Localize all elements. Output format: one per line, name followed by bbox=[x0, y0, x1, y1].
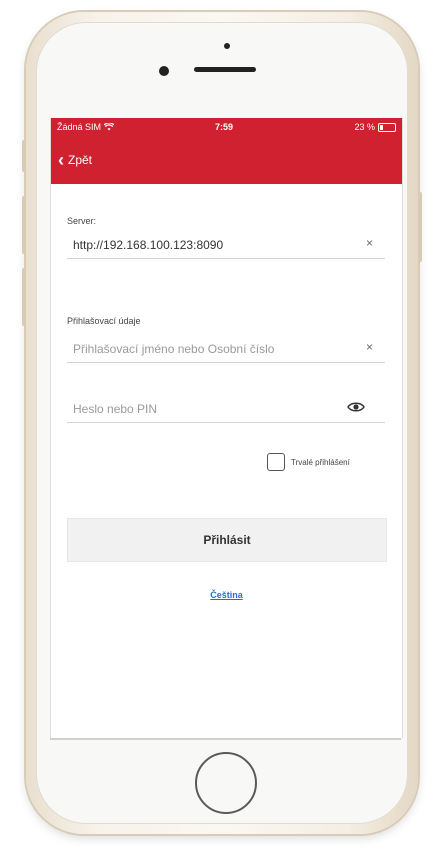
eye-icon[interactable] bbox=[347, 400, 365, 418]
clear-username-icon[interactable]: × bbox=[366, 340, 373, 354]
password-field bbox=[67, 396, 385, 423]
server-input[interactable] bbox=[73, 234, 343, 256]
clear-server-icon[interactable]: × bbox=[366, 236, 373, 250]
app-screen: Žádná SIM 7:59 23 % ‹ Zpět Server: × bbox=[50, 118, 403, 738]
remember-login-toggle[interactable]: Trvalé přihlášení bbox=[267, 453, 350, 471]
credentials-label: Přihlašovací údaje bbox=[67, 316, 141, 326]
status-bar: Žádná SIM 7:59 23 % bbox=[57, 122, 396, 136]
back-label: Zpět bbox=[68, 153, 93, 167]
volume-up-button bbox=[22, 196, 26, 254]
proximity-sensor bbox=[224, 43, 230, 49]
username-field: × bbox=[67, 336, 385, 363]
login-button[interactable]: Přihlásit bbox=[67, 518, 387, 562]
earpiece-speaker bbox=[194, 67, 256, 72]
front-camera bbox=[159, 66, 169, 76]
remember-label: Trvalé přihlášení bbox=[291, 457, 350, 467]
app-header: Žádná SIM 7:59 23 % ‹ Zpět bbox=[51, 118, 402, 184]
carrier-label: Žádná SIM bbox=[57, 122, 102, 132]
server-field: × bbox=[67, 232, 385, 259]
chevron-left-icon: ‹ bbox=[58, 150, 64, 170]
home-button[interactable] bbox=[195, 752, 257, 814]
server-label: Server: bbox=[67, 216, 97, 226]
back-button[interactable]: ‹ Zpět bbox=[58, 150, 93, 170]
remember-checkbox[interactable] bbox=[267, 453, 285, 471]
language-link[interactable]: Čeština bbox=[51, 590, 402, 600]
battery-icon bbox=[378, 122, 396, 132]
volume-down-button bbox=[22, 268, 26, 326]
wifi-icon bbox=[103, 122, 114, 131]
username-input[interactable] bbox=[73, 338, 343, 360]
mute-switch bbox=[22, 140, 26, 172]
battery-percent: 23 % bbox=[354, 122, 375, 132]
power-button bbox=[418, 192, 422, 262]
battery-level bbox=[380, 124, 384, 130]
carrier-status: Žádná SIM bbox=[57, 122, 114, 132]
clock: 7:59 bbox=[215, 122, 234, 132]
battery-status: 23 % bbox=[354, 122, 396, 132]
password-input[interactable] bbox=[73, 398, 343, 420]
screen-bottom-edge bbox=[50, 738, 401, 740]
